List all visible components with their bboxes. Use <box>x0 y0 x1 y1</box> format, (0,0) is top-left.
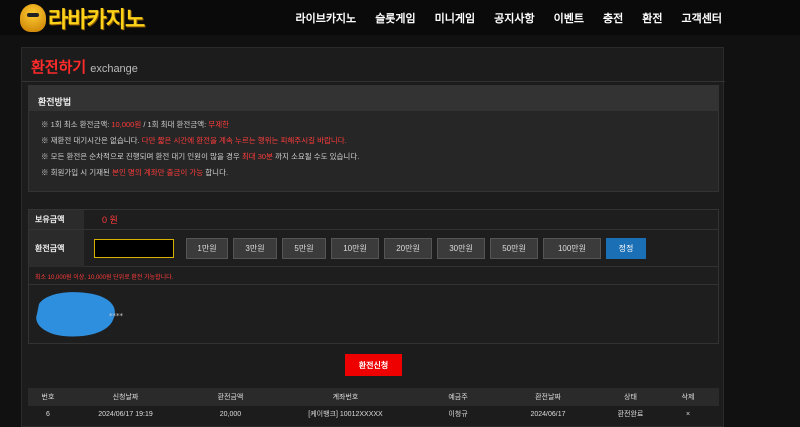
method-line: ※ 재환전 대기시간은 없습니다. 다만 짧은 시간에 환전을 계속 누르는 행… <box>41 133 718 149</box>
method-list: ※ 1회 최소 환전금액: 10,000원 / 1회 최대 환전금액: 무제한 ※… <box>29 111 718 181</box>
amount-row: 환전금액 1만원 3만원 5만원 10만원 20만원 30만원 50만원 100만원 정정 <box>29 229 718 267</box>
logo-text: 라바카지노 <box>48 7 145 33</box>
method-highlight: 최대 30분 <box>241 152 273 161</box>
method-text: 합니다. <box>203 168 229 177</box>
divider <box>22 81 725 82</box>
amount-button[interactable]: 5만원 <box>282 237 326 259</box>
table-cell: 환전완료 <box>617 411 644 418</box>
mascot-icon <box>20 3 46 32</box>
method-line: ※ 1회 최소 환전금액: 10,000원 / 1회 최대 환전금액: 무제한 <box>41 117 718 133</box>
method-line: ※ 회원가입 시 기재된 본인 명의 계좌만 출금이 가능 합니다. <box>41 165 718 181</box>
method-text: ※ 재환전 대기시간은 없습니다. <box>41 136 142 145</box>
method-heading: 환전방법 <box>29 86 718 111</box>
brand-logo[interactable]: 라바카지노 <box>20 2 145 33</box>
method-text: ※ 모든 환전은 순차적으로 진행되며 환전 대기 인원이 많을 경우 <box>41 152 242 161</box>
nav-item[interactable]: 환전 <box>642 10 662 26</box>
column-header: 신청날짜 <box>112 394 139 401</box>
amount-button[interactable]: 30만원 <box>437 237 485 259</box>
amount-label: 환전금액 <box>29 229 84 267</box>
nav-item[interactable]: 고객센터 <box>682 10 722 26</box>
main-nav: 라이브카지노 슬롯게임 미니게임 공지사항 이벤트 충전 환전 고객센터 <box>276 0 722 35</box>
amount-button[interactable]: 10만원 <box>331 237 379 259</box>
table-header: 번호 신청날짜 환전금액 계좌번호 예금주 환전날짜 상태 삭제 <box>28 388 719 406</box>
top-header: 라바카지노 라이브카지노 슬롯게임 미니게임 공지사항 이벤트 충전 환전 고객센터 <box>0 0 800 35</box>
exchange-method-box: 환전방법 ※ 1회 최소 환전금액: 10,000원 / 1회 최대 환전금액:… <box>28 85 719 192</box>
column-header: 환전날짜 <box>535 394 561 401</box>
method-highlight: 본인 명의 계좌만 출금이 가능 <box>112 168 204 177</box>
redaction-blot <box>36 292 115 337</box>
column-header: 상태 <box>624 394 637 401</box>
amount-button[interactable]: 3만원 <box>233 237 277 259</box>
column-header: 번호 <box>41 394 55 401</box>
method-line: ※ 모든 환전은 순차적으로 진행되며 환전 대기 인원이 많을 경우 최대 3… <box>41 149 718 165</box>
exchange-panel: 환전하기 exchange 환전방법 ※ 1회 최소 환전금액: 10,000원 … <box>21 47 725 427</box>
table-cell: 6 <box>46 410 50 418</box>
amount-button[interactable]: 1만원 <box>186 237 228 259</box>
column-header: 삭제 <box>681 394 695 401</box>
column-header: 계좌번호 <box>332 394 359 401</box>
delete-icon[interactable]: × <box>668 411 708 418</box>
method-text: / 1회 최대 환전금액: <box>141 120 209 129</box>
page-title-en: exchange <box>90 63 138 75</box>
table-cell: 20,000 <box>219 410 242 418</box>
table-cell: 이청규 <box>448 411 468 418</box>
table-cell: 2024/06/17 <box>530 410 566 418</box>
amount-buttons: 1만원 3만원 5만원 10만원 20만원 30만원 50만원 100만원 <box>186 237 606 259</box>
page-title: 환전하기 exchange <box>31 56 138 77</box>
table-cell: 2024/06/17 19:19 <box>98 410 153 418</box>
method-highlight: 10,000원 <box>111 120 142 129</box>
nav-item[interactable]: 이벤트 <box>554 10 584 26</box>
masked-text: **** <box>109 312 123 320</box>
submit-exchange-button[interactable]: 환전신청 <box>345 354 402 376</box>
method-text: 까지 소요될 수도 있습니다. <box>272 152 360 161</box>
balance-label: 보유금액 <box>29 210 84 229</box>
method-text: ※ 회원가입 시 기재된 <box>41 168 113 177</box>
table-row: 6 2024/06/17 19:19 20,000 [케이뱅크] 10012XXXXX… <box>28 406 719 422</box>
page-title-ko: 환전하기 <box>31 59 87 76</box>
history-table: 번호 신청날짜 환전금액 계좌번호 예금주 환전날짜 상태 삭제 6 2024/06/17 19… <box>28 388 719 422</box>
column-header: 환전금액 <box>217 394 244 401</box>
nav-item[interactable]: 충전 <box>603 10 623 26</box>
nav-item[interactable]: 슬롯게임 <box>375 10 415 26</box>
balance-row: 보유금액 0 원 <box>29 210 718 230</box>
nav-item[interactable]: 공지사항 <box>494 10 534 26</box>
nav-item[interactable]: 미니게임 <box>435 10 475 26</box>
amount-button[interactable]: 20만원 <box>384 237 432 259</box>
amount-button[interactable]: 100만원 <box>543 237 601 259</box>
exchange-form: 보유금액 0 원 환전금액 1만원 3만원 5만원 10만원 20만원 30만원 50만원 1… <box>28 209 719 344</box>
method-text: ※ 1회 최소 환전금액: <box>41 120 112 129</box>
method-highlight: 무제한 <box>208 120 229 129</box>
table-cell: [케이뱅크] 10012XXXXX <box>308 411 383 418</box>
method-highlight: 다만 짧은 시간에 환전을 계속 누르는 행위는 피해주시길 바랍니다. <box>141 136 347 145</box>
balance-value: 0 원 <box>102 215 118 225</box>
amount-note: 최소 10,000원 이상, 10,000원 단위로 환전 가능합니다. <box>29 267 718 285</box>
column-header: 예금주 <box>448 394 468 401</box>
table-body: 6 2024/06/17 19:19 20,000 [케이뱅크] 10012XXXXX… <box>28 406 719 422</box>
amount-button[interactable]: 50만원 <box>490 237 538 259</box>
reset-button[interactable]: 정정 <box>606 237 646 259</box>
amount-input[interactable] <box>94 238 174 258</box>
nav-item[interactable]: 라이브카지노 <box>295 10 356 26</box>
